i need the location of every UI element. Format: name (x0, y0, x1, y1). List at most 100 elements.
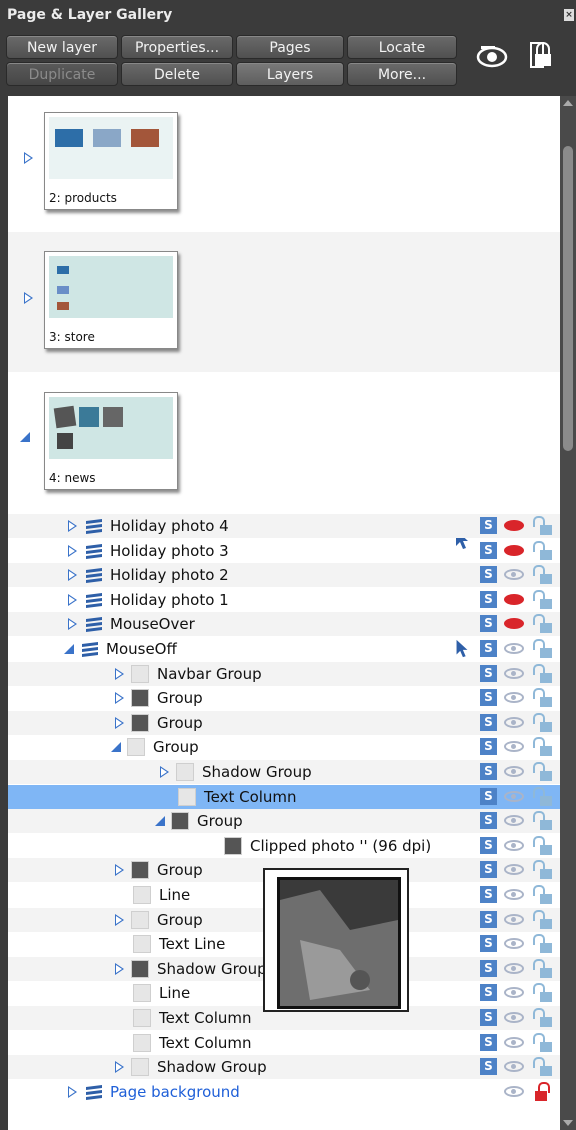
collapse-icon[interactable] (20, 432, 30, 442)
lock-layers-icon[interactable] (523, 40, 557, 74)
layer-row[interactable]: Holiday photo 3 S (8, 539, 560, 563)
object-row[interactable]: Group S (8, 686, 560, 710)
unlocked-icon[interactable] (532, 712, 554, 733)
visibility-eye-icon[interactable] (504, 790, 524, 802)
visibility-eye-icon[interactable] (504, 618, 524, 630)
unlocked-icon[interactable] (532, 1008, 554, 1028)
snap-toggle-icon[interactable]: S (480, 664, 497, 682)
snap-toggle-icon[interactable]: S (480, 1033, 497, 1051)
expand-icon[interactable] (115, 913, 124, 926)
unlocked-icon[interactable] (532, 639, 554, 659)
new-layer-button[interactable]: New layer (6, 35, 118, 59)
expand-icon[interactable] (115, 692, 124, 705)
object-row[interactable]: Navbar Group S (8, 661, 560, 686)
more-button[interactable]: More... (347, 62, 457, 86)
duplicate-button[interactable]: Duplicate (6, 62, 118, 86)
snap-toggle-icon[interactable]: S (480, 590, 497, 608)
object-row[interactable]: Group S (8, 735, 560, 759)
visibility-eye-icon[interactable] (504, 1036, 524, 1048)
visibility-eye-icon[interactable] (504, 716, 524, 728)
expand-icon[interactable] (68, 520, 77, 532)
page-item-news[interactable]: 4: news (8, 372, 560, 549)
visibility-eye-icon[interactable] (504, 1061, 524, 1073)
pages-button[interactable]: Pages (236, 35, 344, 59)
visibility-eye-icon[interactable] (504, 864, 524, 876)
layer-row[interactable]: Page background (8, 1080, 560, 1104)
unlocked-icon[interactable] (532, 663, 554, 684)
page-item-store[interactable]: 3: store (8, 232, 560, 372)
layer-row[interactable]: Holiday photo 4 S (8, 514, 560, 538)
visibility-eye-icon[interactable] (504, 938, 524, 950)
layer-row[interactable]: MouseOff S (8, 637, 560, 661)
expand-icon[interactable] (115, 864, 124, 877)
unlocked-icon[interactable] (532, 540, 554, 561)
visibility-eye-icon[interactable] (504, 544, 524, 556)
expand-icon[interactable] (68, 593, 77, 606)
expand-icon[interactable] (160, 766, 169, 778)
snap-toggle-icon[interactable]: S (480, 615, 497, 633)
gallery-scrollbar[interactable] (560, 96, 576, 1130)
visibility-eye-icon[interactable] (504, 1012, 524, 1023)
visibility-eye-icon[interactable] (504, 643, 524, 654)
page-item-products[interactable]: 2: products (8, 96, 560, 232)
snap-toggle-icon[interactable]: S (480, 763, 497, 780)
unlocked-icon[interactable] (532, 909, 554, 930)
unlocked-icon[interactable] (532, 516, 554, 536)
snap-toggle-icon[interactable]: S (480, 836, 497, 854)
snap-toggle-icon[interactable]: S (480, 935, 497, 953)
unlocked-icon[interactable] (532, 958, 554, 979)
object-row[interactable]: Text Column S (8, 784, 560, 809)
visibility-eye-icon[interactable] (504, 815, 524, 827)
page-thumbnail[interactable]: 4: news (44, 392, 178, 490)
visibility-eye-icon[interactable] (504, 1085, 524, 1097)
snap-toggle-icon[interactable]: S (480, 566, 497, 584)
expand-icon[interactable] (115, 716, 124, 729)
visibility-eye-icon[interactable] (504, 766, 524, 777)
visibility-eye-icon[interactable] (504, 889, 524, 900)
visibility-eye-icon[interactable] (504, 569, 524, 581)
unlocked-icon[interactable] (532, 1032, 554, 1053)
layers-button[interactable]: Layers (236, 62, 344, 86)
snap-toggle-icon[interactable]: S (480, 787, 497, 805)
delete-button[interactable]: Delete (121, 62, 233, 86)
object-row[interactable]: Shadow Group S (8, 1055, 560, 1080)
show-hide-layers-icon[interactable] (475, 40, 509, 74)
unlocked-icon[interactable] (532, 614, 554, 634)
collapse-icon[interactable] (64, 644, 74, 654)
snap-toggle-icon[interactable]: S (480, 689, 497, 707)
unlocked-icon[interactable] (532, 811, 554, 831)
properties-button[interactable]: Properties... (121, 35, 233, 59)
object-row[interactable]: Group S (8, 809, 560, 834)
snap-toggle-icon[interactable]: S (480, 959, 497, 977)
object-row[interactable]: Text Column S (8, 1031, 560, 1055)
snap-toggle-icon[interactable]: S (480, 738, 497, 756)
snap-toggle-icon[interactable]: S (480, 1009, 497, 1026)
unlocked-icon[interactable] (532, 589, 554, 610)
locate-button[interactable]: Locate (347, 35, 457, 59)
unlocked-icon[interactable] (532, 737, 554, 757)
expand-icon[interactable] (68, 569, 77, 582)
visibility-eye-icon[interactable] (504, 987, 524, 999)
object-row[interactable]: Clipped photo '' (96 dpi) S (8, 834, 560, 858)
visibility-eye-icon[interactable] (504, 913, 524, 925)
layer-row[interactable]: MouseOver S (8, 612, 560, 637)
snap-toggle-icon[interactable]: S (480, 541, 497, 559)
unlocked-icon[interactable] (532, 885, 554, 905)
unlocked-icon[interactable] (532, 983, 554, 1003)
snap-toggle-icon[interactable]: S (480, 517, 497, 534)
locked-icon[interactable] (532, 1081, 554, 1102)
snap-toggle-icon[interactable]: S (480, 713, 497, 731)
visibility-eye-icon[interactable] (504, 839, 524, 851)
visibility-eye-icon[interactable] (504, 520, 524, 531)
visibility-eye-icon[interactable] (504, 692, 524, 704)
unlocked-icon[interactable] (532, 835, 554, 856)
expand-icon[interactable] (115, 667, 124, 680)
snap-toggle-icon[interactable]: S (480, 640, 497, 657)
unlocked-icon[interactable] (532, 934, 554, 954)
page-thumbnail[interactable]: 3: store (44, 251, 178, 349)
collapse-icon[interactable] (155, 816, 165, 827)
snap-toggle-icon[interactable]: S (480, 1058, 497, 1076)
object-row[interactable]: Shadow Group S (8, 760, 560, 784)
expand-icon[interactable] (115, 1061, 124, 1074)
snap-toggle-icon[interactable]: S (480, 812, 497, 830)
